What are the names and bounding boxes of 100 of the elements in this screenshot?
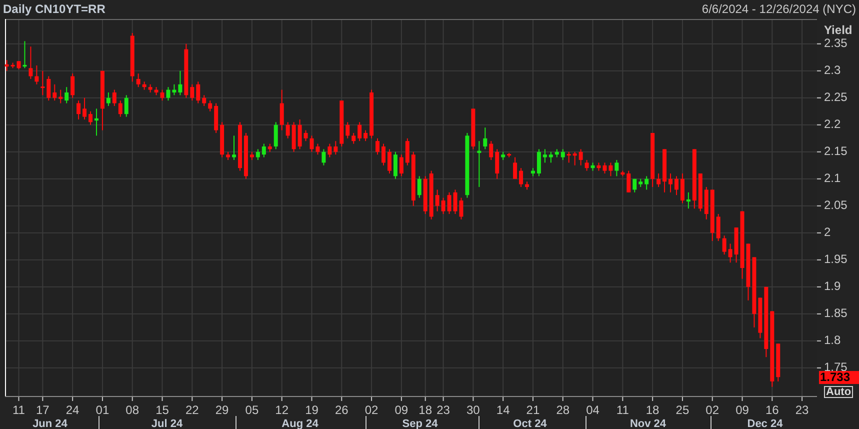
candlestick xyxy=(100,70,104,131)
candlestick xyxy=(501,151,506,160)
x-tick-label: 09 xyxy=(394,403,408,417)
candlestick xyxy=(704,186,708,220)
x-axis-tick-label: 02 xyxy=(706,397,720,417)
y-axis-tick-label: 1.85 xyxy=(817,306,848,320)
y-axis-tick-label: 2.3 xyxy=(817,62,841,77)
candlestick xyxy=(417,176,422,198)
x-axis-tick-label: 01 xyxy=(96,397,110,417)
candlestick xyxy=(465,132,470,198)
candlestick xyxy=(352,132,356,144)
last-price-label: 1.733 xyxy=(819,371,859,384)
month-label: Oct 24 xyxy=(513,418,547,429)
x-tick-label: 25 xyxy=(676,403,690,417)
y-tick-label: 1.75 xyxy=(824,360,848,374)
candlestick xyxy=(382,143,386,166)
x-tick-label: 23 xyxy=(436,403,450,417)
candlestick xyxy=(40,70,45,96)
x-tick-label: 17 xyxy=(36,403,50,417)
x-tick-label: 02 xyxy=(364,403,379,417)
candlestick xyxy=(58,89,63,104)
auto-scale-button[interactable]: Auto xyxy=(824,386,854,398)
candlestick xyxy=(166,86,170,102)
x-tick-label: 22 xyxy=(185,403,200,417)
candlestick xyxy=(542,148,547,164)
candlestick xyxy=(560,148,565,160)
candlestick xyxy=(292,122,296,152)
candlestick xyxy=(758,297,762,339)
candlestick xyxy=(584,159,589,172)
candlestick xyxy=(728,243,732,264)
candlestick xyxy=(190,84,194,102)
candlestick xyxy=(262,143,266,158)
x-tick-label: 18 xyxy=(646,403,660,417)
candlestick xyxy=(698,172,702,212)
candlestick xyxy=(453,189,458,214)
candlestick xyxy=(405,138,410,166)
candlestick xyxy=(250,151,254,160)
x-tick-label: 08 xyxy=(126,403,140,417)
candlestick xyxy=(602,162,607,174)
y-axis-tick-label: 2.15 xyxy=(817,144,848,158)
candlestick xyxy=(118,100,122,118)
candlestick xyxy=(46,76,51,102)
candlestick xyxy=(316,143,320,156)
x-axis-tick-label: 11 xyxy=(616,397,629,417)
candlestick xyxy=(208,100,212,112)
candlestick xyxy=(34,64,39,85)
x-axis-tick-label: 25 xyxy=(676,397,690,417)
candlestick xyxy=(614,159,619,177)
y-tick-label: 1.9 xyxy=(824,278,842,293)
candlestick xyxy=(304,130,308,142)
x-tick-label: 01 xyxy=(96,403,110,417)
x-axis-tick-label: 09 xyxy=(394,397,408,417)
x-tick-label: 24 xyxy=(66,403,80,417)
candlestick xyxy=(411,151,416,206)
candlestick xyxy=(238,122,242,172)
candlestick xyxy=(94,108,98,136)
candlestick xyxy=(160,89,164,102)
candlestick xyxy=(578,148,583,166)
candlestick xyxy=(112,89,116,106)
candlestick xyxy=(322,148,326,166)
y-tick-label: 2.15 xyxy=(824,144,848,158)
y-tick-label: 2.1 xyxy=(824,170,842,185)
candlestick xyxy=(525,181,529,190)
x-axis-tick-label: 12 xyxy=(275,397,289,417)
candlestick xyxy=(734,226,738,264)
x-axis-tick-label: 26 xyxy=(334,397,348,417)
candlestick xyxy=(548,151,553,164)
y-axis-tick-label: 1.75 xyxy=(817,360,848,374)
month-label: Aug 24 xyxy=(282,418,318,429)
x-tick-label: 23 xyxy=(795,403,810,417)
x-tick-label: 14 xyxy=(496,403,510,417)
x-axis-tick-label: 17 xyxy=(36,397,50,417)
candlestick xyxy=(513,156,518,180)
candlestick xyxy=(608,162,613,177)
candlestick xyxy=(124,94,128,118)
candlestick xyxy=(70,73,75,98)
candlestick xyxy=(656,172,661,188)
candlestick xyxy=(346,122,350,139)
candlestick xyxy=(447,192,452,214)
x-axis-tick-label: 04 xyxy=(586,397,600,417)
candlestick xyxy=(507,152,512,158)
x-axis-tick-label: 29 xyxy=(215,397,229,417)
candlestick xyxy=(590,162,595,172)
x-tick-label: 15 xyxy=(156,403,170,417)
candlestick xyxy=(692,148,696,210)
candlestick xyxy=(399,154,404,177)
candlestick xyxy=(22,40,27,69)
x-tick-label: 18 xyxy=(418,403,432,417)
candlestick xyxy=(764,286,768,358)
candlestick xyxy=(626,170,631,193)
candlestick xyxy=(334,140,338,156)
x-axis-tick-label: 02 xyxy=(364,397,378,417)
x-axis-tick-label: 05 xyxy=(245,397,259,417)
candlestick xyxy=(10,62,15,69)
candlestick xyxy=(280,89,284,131)
x-tick-label: 05 xyxy=(245,403,259,417)
candlestick xyxy=(477,140,482,188)
candlestick xyxy=(196,81,200,104)
candlestick xyxy=(740,210,744,280)
y-axis-tick-label: 2.05 xyxy=(817,198,848,212)
